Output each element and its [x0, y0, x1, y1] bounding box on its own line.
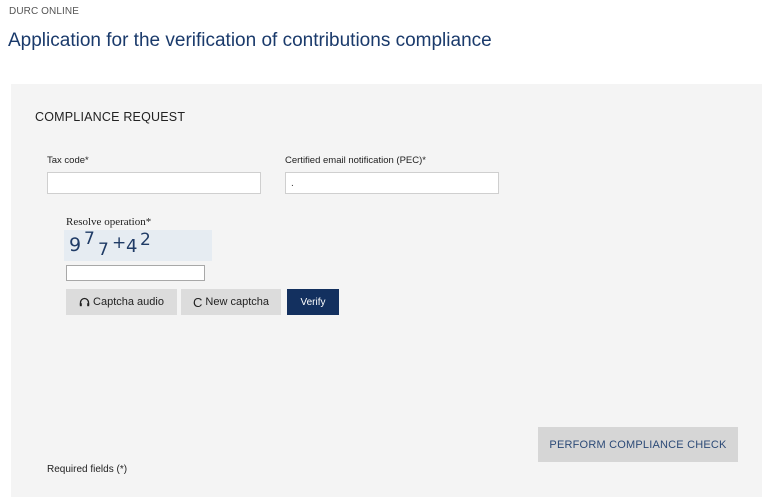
captcha-image: 9 7 7 + 4 2: [64, 229, 212, 261]
breadcrumb: DURC ONLINE: [9, 6, 79, 17]
perform-compliance-check-button[interactable]: PERFORM COMPLIANCE CHECK: [538, 427, 738, 462]
new-captcha-button[interactable]: C New captcha: [181, 289, 281, 315]
captcha-input[interactable]: [66, 265, 205, 281]
captcha-glyph: 4: [126, 236, 138, 257]
headphones-icon: [79, 296, 90, 309]
captcha-audio-button[interactable]: Captcha audio: [66, 289, 177, 315]
compliance-request-panel: COMPLIANCE REQUEST Tax code* Certified e…: [11, 84, 762, 497]
required-fields-note: Required fields (*): [47, 464, 128, 475]
section-title: COMPLIANCE REQUEST: [35, 110, 186, 124]
captcha-audio-label: Captcha audio: [93, 296, 164, 308]
pec-label: Certified email notification (PEC)*: [285, 155, 426, 166]
tax-code-label: Tax code*: [47, 155, 89, 166]
captcha-glyph: 7: [84, 229, 95, 249]
captcha-glyph: +: [112, 233, 127, 253]
captcha-glyph: 7: [98, 240, 109, 260]
page-title: Application for the verification of cont…: [8, 30, 492, 51]
verify-button[interactable]: Verify: [287, 289, 339, 315]
captcha-label: Resolve operation*: [66, 216, 152, 228]
tax-code-input[interactable]: [47, 172, 261, 194]
new-captcha-label: New captcha: [205, 296, 269, 308]
pec-input[interactable]: [285, 172, 499, 194]
captcha-glyph: 2: [140, 230, 151, 250]
captcha-glyph: 9: [69, 234, 82, 256]
refresh-icon: C: [193, 294, 203, 310]
